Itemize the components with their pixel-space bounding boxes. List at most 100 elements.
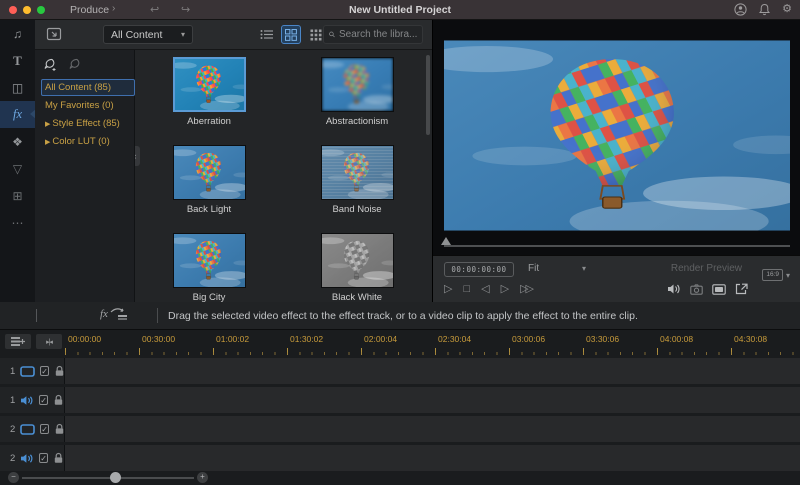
preview-controls: 00:00:00:00 Fit ▾ Render Preview 16:9 ▾ … [433, 255, 800, 302]
search-box[interactable] [323, 25, 423, 44]
aspect-ratio-dropdown[interactable]: 16:9 ▾ [762, 269, 790, 281]
time-ruler[interactable]: 00:00:00 00:30:00 01:00:02 01:30:02 02:00:04… [65, 332, 800, 356]
zoom-out-icon[interactable]: − [8, 472, 19, 483]
zoom-slider-track[interactable] [22, 477, 194, 479]
rail-item-screen-record[interactable]: ⊞ [0, 182, 35, 209]
effect-item: Abstractionism [283, 57, 431, 145]
render-preview-label: Render Preview [670, 263, 742, 274]
rail-item-titles[interactable]: T [0, 47, 35, 74]
rail-item-media[interactable]: ♫ [0, 20, 35, 47]
track-lane[interactable] [65, 445, 800, 471]
chevron-down-icon: ▾ [180, 30, 185, 39]
lock-icon[interactable] [54, 423, 65, 435]
rail-item-transitions[interactable]: ◫ [0, 74, 35, 101]
hint-text: Drag the selected video effect to the ef… [168, 310, 638, 322]
snap-toggle-icon[interactable]: ▸|◂ [36, 334, 62, 349]
category-all-content[interactable]: All Content (85) [41, 79, 135, 96]
project-title: New Untitled Project [348, 4, 452, 16]
zoom-fit-value: Fit [528, 263, 540, 274]
snapshot-icon[interactable] [690, 283, 703, 295]
lock-icon[interactable] [53, 394, 64, 406]
track-lane[interactable] [65, 358, 800, 384]
manage-tracks-icon[interactable] [5, 334, 31, 349]
aspect-ratio-value: 16:9 [762, 269, 783, 281]
scrollbar[interactable] [426, 55, 430, 135]
effect-item: Black White [283, 233, 431, 302]
effect-item: Big City [135, 233, 283, 302]
lock-icon[interactable] [53, 452, 64, 464]
audio-track-icon[interactable] [20, 453, 34, 464]
effect-label: Big City [192, 292, 226, 302]
content-filter-value: All Content [111, 28, 163, 41]
effect-hint-bar: fx Drag the selected video effect to the… [0, 302, 800, 330]
ruler-tick: 03:00:06 [509, 332, 583, 356]
zoom-in-icon[interactable]: + [197, 472, 208, 483]
audio-track-icon[interactable] [20, 395, 34, 406]
expand-icon[interactable]: ▶ [45, 121, 50, 128]
video-preview[interactable] [444, 33, 790, 238]
rail-item-split-screen[interactable]: ▽ [0, 155, 35, 182]
settings-icon[interactable]: ⚙ [782, 3, 792, 16]
zoom-fit-dropdown[interactable]: Fit ▾ [528, 263, 586, 274]
stop-icon[interactable]: □ [463, 282, 470, 296]
seek-bar[interactable] [444, 245, 790, 247]
track-enabled-checkbox[interactable]: ✓ [39, 453, 48, 463]
track-list: 1 ✓ 1 ✓ 2 ✓ 2 ✓ [0, 358, 800, 474]
playhead-handle[interactable] [441, 237, 451, 245]
track-enabled-checkbox[interactable]: ✓ [39, 395, 48, 405]
play-icon[interactable]: ▷ [444, 282, 452, 296]
video-track-icon[interactable] [20, 423, 36, 435]
custom-lut-icon[interactable] [68, 58, 81, 71]
expand-icon[interactable]: ▶ [45, 139, 50, 146]
media-toolbar: All Content ▾ [35, 20, 432, 50]
fullscreen-icon[interactable] [735, 283, 748, 295]
display-mode-icon[interactable] [712, 283, 726, 295]
content-filter-dropdown[interactable]: All Content ▾ [103, 25, 193, 44]
track-enabled-checkbox[interactable]: ✓ [40, 366, 49, 376]
rail-item-elements[interactable]: ❖ [0, 128, 35, 155]
chevron-down-icon: ▾ [581, 264, 586, 273]
track-number: 2 [10, 423, 16, 435]
category-my-favorites[interactable]: My Favorites (0) [41, 97, 135, 114]
fast-forward-icon[interactable]: ▷▷ [520, 282, 534, 296]
effect-thumbnail-black-white[interactable] [320, 233, 394, 288]
track-lane[interactable] [65, 387, 800, 413]
timecode-display[interactable]: 00:00:00:00 [444, 262, 514, 277]
volume-icon[interactable] [667, 283, 681, 295]
category-style-effect[interactable]: ▶ Style Effect (85) [41, 115, 135, 132]
search-icon [329, 31, 335, 38]
step-forward-icon[interactable]: ▷ [501, 282, 509, 296]
elements-icon: ❖ [12, 134, 23, 149]
track-header: 1 ✓ [0, 358, 65, 384]
effect-item: Band Noise [283, 145, 431, 233]
add-custom-effect-icon[interactable] [43, 58, 56, 71]
grid-view-icon[interactable] [281, 25, 301, 44]
effect-thumbnail-abstractionism[interactable] [320, 57, 394, 112]
effect-thumbnail-band-noise[interactable] [320, 145, 394, 200]
zoom-slider-handle[interactable] [110, 472, 121, 483]
notifications-icon[interactable] [759, 3, 771, 16]
effect-thumbnail-back-light[interactable] [172, 145, 246, 200]
video-track-icon[interactable] [20, 365, 36, 377]
step-back-icon[interactable]: ◁ [481, 282, 489, 296]
collapse-panel-icon[interactable]: ‹ [135, 146, 140, 166]
search-input[interactable] [339, 29, 417, 40]
list-view-icon[interactable] [257, 26, 275, 43]
track-video-2: 2 ✓ [0, 416, 800, 442]
timeline: ▸|◂ 00:00:00 00:30:00 01:00:02 01:30:02 02:0… [0, 330, 800, 485]
rail-item-effects[interactable]: fx [0, 101, 36, 128]
track-lane[interactable] [65, 416, 800, 442]
track-video-1: 1 ✓ [0, 358, 800, 384]
ruler-tick: 02:00:04 [361, 332, 435, 356]
lock-icon[interactable] [54, 365, 65, 377]
effect-thumbnail-big-city[interactable] [172, 233, 246, 288]
ruler-tick: 04:00:08 [657, 332, 731, 356]
divider [157, 308, 158, 323]
track-enabled-checkbox[interactable]: ✓ [40, 424, 49, 434]
import-media-icon[interactable] [46, 26, 63, 42]
account-icon[interactable] [734, 3, 747, 16]
category-color-lut[interactable]: ▶ Color LUT (0) [41, 133, 135, 150]
main-area: ♫ T ◫ fx ❖ ▽ ⊞ ⋯ All Content ▾ Search th… [0, 20, 800, 302]
effect-thumbnail-aberration[interactable] [172, 57, 246, 112]
rail-item-more[interactable]: ⋯ [0, 209, 35, 236]
